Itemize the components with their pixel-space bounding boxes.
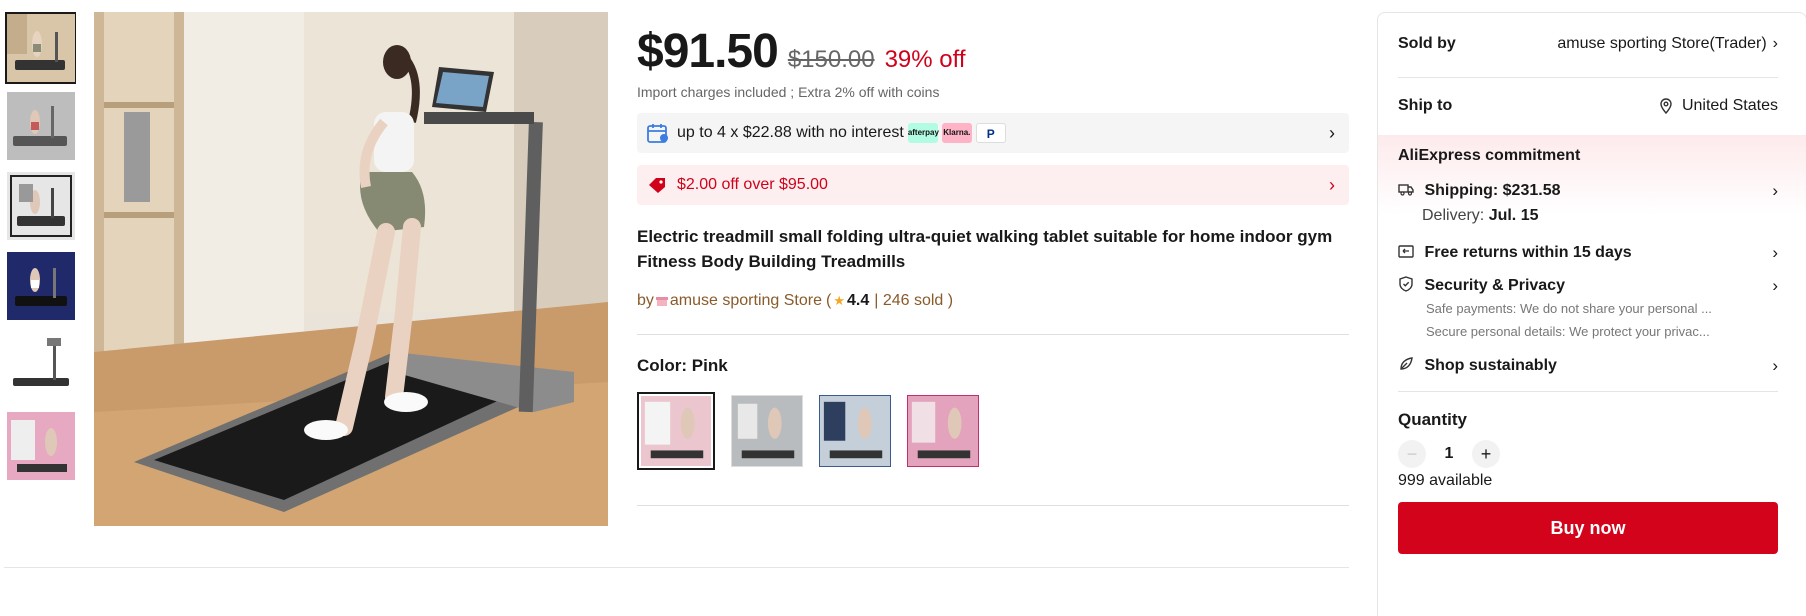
chevron-right-icon: › [1772,35,1778,52]
original-price: $150.00 [787,46,875,73]
price-row: $91.50 $150.00 39% off [637,24,966,79]
treadmill-photo [94,12,608,526]
divider [1398,391,1778,392]
security-text: Security & Privacy [1424,277,1565,294]
swatch-rose[interactable] [907,395,979,467]
color-swatches [637,392,979,470]
installment-bar[interactable]: up to 4 x $22.88 with no interest afterp… [637,113,1349,153]
chevron-right-icon: › [1772,243,1778,262]
chevron-right-icon: › [1772,356,1778,375]
chevron-right-icon: › [1772,181,1778,200]
swatch-image [641,396,711,466]
thumbnail-strip [4,12,76,530]
thumbnail-image [7,172,75,240]
star-icon: ★ [833,293,845,308]
tag-icon [649,178,665,193]
increase-quantity-button[interactable]: + [1472,440,1500,468]
thumbnail-image [7,14,75,82]
buy-now-button[interactable]: Buy now [1398,502,1778,554]
quantity-label: Quantity [1398,410,1467,429]
color-label: Color: Pink [637,356,728,376]
security-sub-1: Safe payments: We do not share your pers… [1426,301,1712,316]
by-prefix: by [637,292,654,309]
swatch-grey[interactable] [731,395,803,467]
thumbnail-4[interactable] [7,252,75,320]
thumbnail-image [7,92,75,160]
import-note: Import charges included ; Extra 2% off w… [637,84,940,100]
delivery-date: Jul. 15 [1488,207,1539,224]
sold-by-row[interactable]: Sold by amuse sporting Store(Trader) › [1398,35,1778,53]
decrease-quantity-button[interactable]: − [1398,440,1426,468]
main-product-image[interactable] [94,12,608,526]
sustain-row[interactable]: Shop sustainably › [1398,356,1778,375]
rating-open: ( [825,292,832,309]
divider [637,334,1349,335]
commitment-title: AliExpress commitment [1398,147,1778,165]
delivery-row: Delivery: Jul. 15 [1422,207,1802,225]
chevron-right-icon: › [1772,276,1778,295]
truck-icon [1398,184,1414,196]
returns-row[interactable]: Free returns within 15 days › [1398,243,1778,262]
thumbnail-2[interactable] [7,92,75,160]
paypal-badge: P [975,123,1006,143]
divider [4,567,1349,568]
ship-to-value: United States [1681,97,1778,114]
klarna-badge: Klarna. [941,123,972,143]
ship-to-row[interactable]: Ship to United States [1398,97,1778,115]
thumbnail-image [7,332,75,400]
afterpay-badge: afterpay [907,123,939,143]
commitment-title-text: AliExpress commitment [1398,147,1581,164]
divider [1398,77,1778,78]
quantity-value[interactable]: 1 [1426,445,1472,463]
location-pin-icon [1660,98,1672,114]
store-icon [655,297,668,306]
thumbnail-3[interactable] [7,172,75,240]
calendar-icon [647,124,668,143]
thumbnail-image [7,412,75,480]
ship-to-label: Ship to [1398,97,1453,114]
quantity-label-row: Quantity [1398,410,1778,430]
purchase-panel: Sold by amuse sporting Store(Trader) › S… [1377,12,1806,616]
store-link[interactable]: amuse sporting Store [670,292,822,310]
sustain-text: Shop sustainably [1424,357,1557,374]
thumbnail-6[interactable] [7,412,75,480]
swatch-image [820,396,890,466]
swatch-blue[interactable] [819,395,891,467]
sold-by-value-wrap: amuse sporting Store(Trader) › [1557,35,1778,53]
sold-count: | 246 sold ) [874,292,954,309]
shield-icon [1399,276,1413,292]
quantity-stepper: − 1 + [1398,440,1500,468]
swatch-image [732,396,802,466]
chevron-right-icon: › [1329,122,1335,143]
chevron-right-icon: › [1329,174,1335,195]
sold-by-label: Sold by [1398,35,1456,52]
security-row[interactable]: Security & Privacy › [1398,276,1778,295]
thumbnail-5[interactable] [7,332,75,400]
store-rating: 4.4 [846,292,870,309]
thumbnail-image [7,252,75,320]
available-count: 999 available [1398,472,1493,489]
color-label-prefix: Color: [637,356,688,375]
ship-to-value-wrap: United States [1658,97,1778,115]
store-byline: by amuse sporting Store ( ★ 4.4 | 246 so… [637,292,953,310]
leaf-icon [1400,357,1413,370]
divider [637,505,1349,506]
current-price: $91.50 [637,25,779,78]
swatch-pink[interactable] [637,392,715,470]
delivery-label: Delivery: [1422,207,1485,224]
return-icon [1398,245,1414,258]
color-value: Pink [691,356,728,375]
installment-text: up to 4 x $22.88 with no interest [677,124,904,141]
thumbnail-1[interactable] [5,12,76,84]
swatch-image [908,396,978,466]
sold-by-value[interactable]: amuse sporting Store(Trader) [1557,35,1766,53]
discount-label: 39% off [884,46,966,73]
security-sub-2: Secure personal details: We protect your… [1426,324,1710,339]
coupon-bar[interactable]: $2.00 off over $95.00 › [637,165,1349,205]
coupon-text: $2.00 off over $95.00 [677,176,828,193]
returns-text: Free returns within 15 days [1424,244,1632,261]
shipping-row[interactable]: Shipping: $231.58 › [1398,181,1778,200]
shipping-text: Shipping: $231.58 [1424,182,1561,199]
product-title: Electric treadmill small folding ultra-q… [637,227,1333,271]
